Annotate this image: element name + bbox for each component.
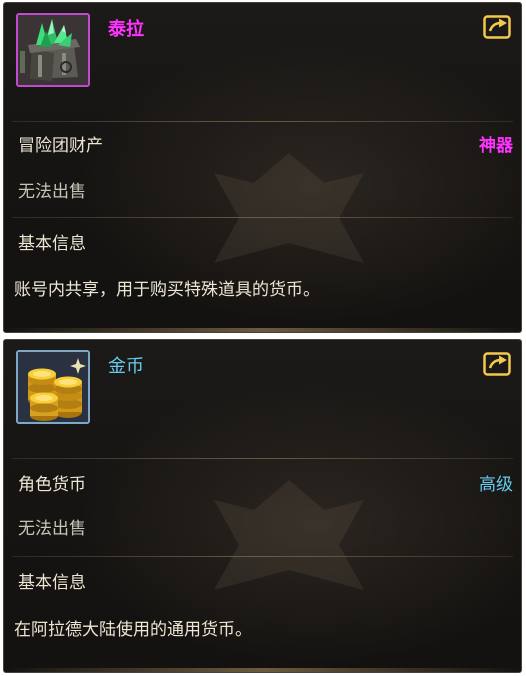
info-header: 基本信息 <box>18 573 86 593</box>
item-rarity: 高级 <box>479 475 513 495</box>
info-header: 基本信息 <box>18 234 86 254</box>
divider <box>12 556 513 557</box>
item-name: 泰拉 <box>108 19 144 40</box>
item-name: 金币 <box>108 356 144 377</box>
sell-status: 无法出售 <box>18 519 86 539</box>
divider <box>12 458 513 459</box>
item-category: 角色货币 <box>18 475 86 495</box>
divider <box>12 121 513 122</box>
divider <box>12 217 513 218</box>
gold-coins-icon <box>18 352 88 422</box>
share-button[interactable] <box>483 352 511 376</box>
item-description: 在阿拉德大陆使用的通用货币。 <box>14 620 252 640</box>
item-category: 冒险团财产 <box>18 136 103 156</box>
item-icon-frame <box>16 13 90 87</box>
share-icon <box>483 15 511 39</box>
item-icon-frame <box>16 350 90 424</box>
green-crystal-chest-icon <box>18 15 88 85</box>
item-tooltip-tera: 泰拉 冒险团财产 神器 无法出售 基本信息 账号内共享，用于购买特殊道具的货币。 <box>3 2 522 333</box>
share-icon <box>483 352 511 376</box>
emblem-watermark <box>214 153 364 263</box>
sell-status: 无法出售 <box>18 182 86 202</box>
emblem-watermark <box>214 480 364 590</box>
item-description: 账号内共享，用于购买特殊道具的货币。 <box>14 280 320 300</box>
item-rarity: 神器 <box>479 136 513 156</box>
share-button[interactable] <box>483 15 511 39</box>
item-tooltip-gold: 金币 角色货币 高级 无法出售 基本信息 在阿拉德大陆使用的通用货币。 <box>3 339 522 673</box>
